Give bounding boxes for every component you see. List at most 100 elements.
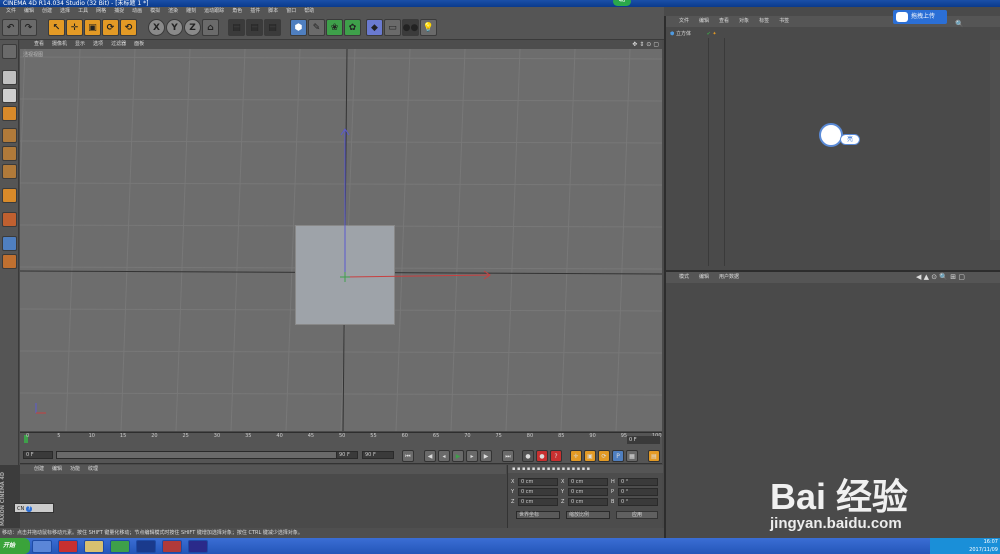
taskbar-photoshop-icon[interactable] xyxy=(136,540,156,553)
key-param-icon[interactable]: P xyxy=(612,450,624,462)
viewport-menu-item-0[interactable]: 查看 xyxy=(30,40,48,49)
attr-nav-icons[interactable]: ◀ ▲ ⊙ 🔍 ⊞ ▢ xyxy=(916,273,965,281)
menu-item-11[interactable]: 运动跟踪 xyxy=(200,7,228,16)
system-clock[interactable]: 16:07 2017/11/09 xyxy=(930,538,1000,554)
edges-mode-icon[interactable] xyxy=(2,146,17,161)
material-menu-item-0[interactable]: 创建 xyxy=(30,465,48,474)
coord-field[interactable]: 0 ° xyxy=(618,488,658,496)
menu-item-16[interactable]: 帮助 xyxy=(300,7,318,16)
attribute-menu-item-1[interactable]: 编辑 xyxy=(694,272,714,283)
menu-item-1[interactable]: 编辑 xyxy=(20,7,38,16)
visibility-check-icon[interactable]: ✔ xyxy=(707,31,711,37)
viewport-menu-item-3[interactable]: 选项 xyxy=(89,40,107,49)
taskbar-browser-icon[interactable] xyxy=(110,540,130,553)
timeline-window-icon[interactable]: ▤ xyxy=(648,450,660,462)
object-menu-item-3[interactable]: 对象 xyxy=(734,16,754,27)
object-side-tabs[interactable] xyxy=(990,40,1000,240)
move-tool-icon[interactable]: ✛ xyxy=(66,19,83,36)
undo-icon[interactable]: ↶ xyxy=(2,19,19,36)
viewport-menu-item-2[interactable]: 显示 xyxy=(71,40,89,49)
coord-field[interactable]: 0 cm xyxy=(568,478,608,486)
auto-key-icon[interactable]: ● xyxy=(536,450,548,462)
key-point-level-icon[interactable]: ▦ xyxy=(626,450,638,462)
coord-mode-select[interactable]: 世界坐标 xyxy=(516,511,560,519)
upload-button[interactable]: 拖拽上传 xyxy=(893,10,947,24)
avatar[interactable] xyxy=(819,123,843,147)
key-scale-icon[interactable]: ▣ xyxy=(584,450,596,462)
keyframe-selection-icon[interactable]: ? xyxy=(550,450,562,462)
material-menu-item-2[interactable]: 功能 xyxy=(66,465,84,474)
cube-primitive-icon[interactable]: ⬢ xyxy=(290,19,307,36)
help-icon[interactable]: ? xyxy=(25,506,33,512)
taskbar-app-6[interactable] xyxy=(162,540,182,553)
next-frame-icon[interactable]: ▸ xyxy=(466,450,478,462)
coord-field[interactable]: 0 cm xyxy=(568,498,608,506)
apply-button[interactable]: 应用 xyxy=(616,511,658,519)
axis-mode-icon[interactable] xyxy=(2,188,17,203)
viewport-menu-item-5[interactable]: 面板 xyxy=(130,40,148,49)
perspective-viewport[interactable]: 透视视图 xyxy=(20,49,662,431)
coord-field[interactable]: 0 ° xyxy=(618,478,658,486)
scale-tool-icon[interactable]: ▣ xyxy=(84,19,101,36)
menu-item-7[interactable]: 动画 xyxy=(128,7,146,16)
search-icon[interactable]: 🔍 xyxy=(955,20,964,28)
attribute-menu-item-2[interactable]: 用户数据 xyxy=(714,272,744,283)
end-range-field[interactable]: 90 F xyxy=(336,451,358,459)
coord-field[interactable]: 0 cm xyxy=(518,498,558,506)
object-menu-item-1[interactable]: 编辑 xyxy=(694,16,714,27)
make-editable-icon[interactable] xyxy=(2,44,17,59)
language-selector[interactable]: CN ? xyxy=(14,503,54,513)
points-mode-icon[interactable] xyxy=(2,128,17,143)
viewport-nav-icons[interactable]: ✥⇕⊙▢ xyxy=(625,40,661,49)
render-picture-viewer-icon[interactable]: ▤ xyxy=(246,19,263,36)
record-keys-icon[interactable]: ● xyxy=(522,450,534,462)
menu-item-6[interactable]: 捕捉 xyxy=(110,7,128,16)
goto-start-icon[interactable]: ⏮ xyxy=(402,450,414,462)
redo-icon[interactable]: ↷ xyxy=(20,19,37,36)
menu-item-10[interactable]: 雕刻 xyxy=(182,7,200,16)
menu-item-2[interactable]: 创建 xyxy=(38,7,56,16)
array-icon[interactable]: ✿ xyxy=(344,19,361,36)
axis-x-button[interactable]: X xyxy=(148,19,165,36)
start-frame-field[interactable]: 0 F xyxy=(23,451,53,459)
render-view-icon[interactable]: ▤ xyxy=(228,19,245,36)
object-row-cube[interactable]: ⬢ 立方体 ✔ ✦ xyxy=(670,30,790,38)
axis-z-button[interactable]: Z xyxy=(184,19,201,36)
next-key-icon[interactable]: ▶ xyxy=(480,450,492,462)
menu-item-12[interactable]: 角色 xyxy=(228,7,246,16)
object-menu-item-2[interactable]: 查看 xyxy=(714,16,734,27)
workplane-icon[interactable] xyxy=(2,106,17,121)
object-menu-item-4[interactable]: 标签 xyxy=(754,16,774,27)
attribute-menu-item-0[interactable]: 模式 xyxy=(674,272,694,283)
max-frame-field[interactable]: 90 F xyxy=(362,451,394,459)
coord-field[interactable]: 0 cm xyxy=(518,478,558,486)
menu-item-13[interactable]: 插件 xyxy=(246,7,264,16)
floor-icon[interactable]: ▭ xyxy=(384,19,401,36)
play-icon[interactable]: ▶ xyxy=(452,450,464,462)
menu-item-4[interactable]: 工具 xyxy=(74,7,92,16)
frame-range-slider[interactable] xyxy=(56,451,356,459)
menu-item-8[interactable]: 模拟 xyxy=(146,7,164,16)
taskbar-folder-icon[interactable] xyxy=(84,540,104,553)
camera-icon[interactable]: ●● xyxy=(402,19,419,36)
taskbar-cinema4d-icon[interactable] xyxy=(188,540,208,553)
tag-icon[interactable]: ✦ xyxy=(712,31,716,37)
object-menu-item-0[interactable]: 文件 xyxy=(674,16,694,27)
model-mode-icon[interactable] xyxy=(2,70,17,85)
key-position-icon[interactable]: ✛ xyxy=(570,450,582,462)
menu-item-3[interactable]: 选择 xyxy=(56,7,74,16)
workplane-lock-icon[interactable] xyxy=(2,236,17,251)
sculpt-icon[interactable] xyxy=(2,254,17,269)
rotate-tool-icon[interactable]: ⟳ xyxy=(102,19,119,36)
key-rotation-icon[interactable]: ⟳ xyxy=(598,450,610,462)
scale-mode-select[interactable]: 缩放比例 xyxy=(566,511,610,519)
snap-icon[interactable] xyxy=(2,212,17,227)
goto-end-icon[interactable]: ⏭ xyxy=(502,450,514,462)
menu-item-14[interactable]: 脚本 xyxy=(264,7,282,16)
coord-system-icon[interactable]: ⌂ xyxy=(202,19,219,36)
start-button[interactable]: 开始 xyxy=(0,538,30,554)
nurbs-icon[interactable]: ❀ xyxy=(326,19,343,36)
menu-item-15[interactable]: 窗口 xyxy=(282,7,300,16)
deformer-icon[interactable]: ◆ xyxy=(366,19,383,36)
taskbar-app-1[interactable] xyxy=(32,540,52,553)
